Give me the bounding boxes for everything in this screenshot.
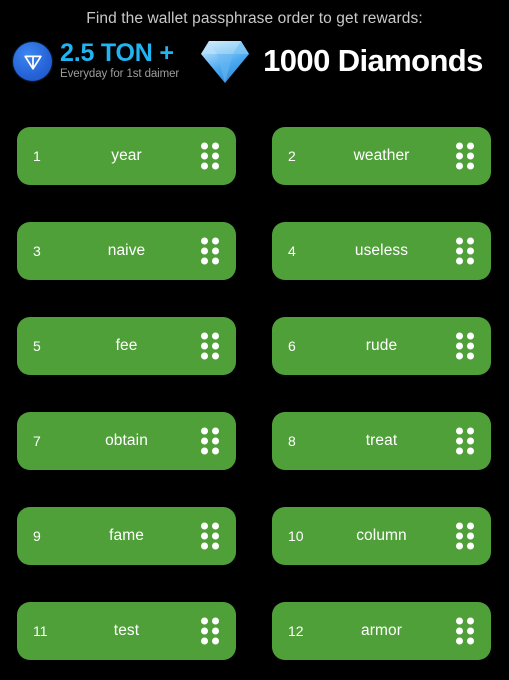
- drag-handle-dots-icon[interactable]: [201, 237, 219, 265]
- word-card-10[interactable]: 10 column: [272, 507, 491, 565]
- word-card-7[interactable]: 7 obtain: [17, 412, 236, 470]
- ton-subtitle: Everyday for 1st daimer: [60, 68, 180, 80]
- word-card-4[interactable]: 4 useless: [272, 222, 491, 280]
- word-card-12[interactable]: 12 armor: [272, 602, 491, 660]
- word-card-1[interactable]: 1 year: [17, 127, 236, 185]
- drag-handle-dots-icon[interactable]: [201, 332, 219, 360]
- passphrase-word-grid: 1 year 2 weather 3 naive 4 useless 5 fee: [17, 127, 491, 660]
- ton-reward-text: 2.5 TON + Everyday for 1st daimer: [60, 40, 179, 82]
- drag-handle-dots-icon[interactable]: [456, 332, 474, 360]
- diamond-amount: 1000 Diamonds: [263, 43, 483, 78]
- page-title: Find the wallet passphrase order to get …: [86, 10, 423, 27]
- word-index: 1: [33, 148, 41, 164]
- drag-handle-dots-icon[interactable]: [201, 142, 219, 170]
- ton-amount: 2.5 TON +: [60, 39, 174, 67]
- diamond-icon: [197, 35, 253, 87]
- word-card-11[interactable]: 11 test: [17, 602, 236, 660]
- word-index: 7: [33, 433, 41, 449]
- word-index: 3: [33, 243, 41, 259]
- word-card-5[interactable]: 5 fee: [17, 317, 236, 375]
- ton-logo-icon: [13, 41, 52, 81]
- reward-row: 2.5 TON + Everyday for 1st daimer 1000 D…: [0, 35, 509, 87]
- word-card-3[interactable]: 3 naive: [17, 222, 236, 280]
- word-index: 12: [288, 623, 304, 639]
- drag-handle-dots-icon[interactable]: [456, 142, 474, 170]
- word-card-6[interactable]: 6 rude: [272, 317, 491, 375]
- word-card-2[interactable]: 2 weather: [272, 127, 491, 185]
- word-index: 4: [288, 243, 296, 259]
- word-index: 6: [288, 338, 296, 354]
- word-index: 10: [288, 528, 304, 544]
- drag-handle-dots-icon[interactable]: [456, 237, 474, 265]
- drag-handle-dots-icon[interactable]: [456, 617, 474, 645]
- word-index: 8: [288, 433, 296, 449]
- drag-handle-dots-icon[interactable]: [201, 427, 219, 455]
- word-index: 2: [288, 148, 296, 164]
- drag-handle-dots-icon[interactable]: [201, 522, 219, 550]
- reward-header: Find the wallet passphrase order to get …: [0, 0, 509, 87]
- word-index: 9: [33, 528, 41, 544]
- drag-handle-dots-icon[interactable]: [201, 617, 219, 645]
- word-card-8[interactable]: 8 treat: [272, 412, 491, 470]
- word-card-9[interactable]: 9 fame: [17, 507, 236, 565]
- drag-handle-dots-icon[interactable]: [456, 522, 474, 550]
- word-index: 11: [33, 623, 48, 639]
- word-index: 5: [33, 338, 41, 354]
- drag-handle-dots-icon[interactable]: [456, 427, 474, 455]
